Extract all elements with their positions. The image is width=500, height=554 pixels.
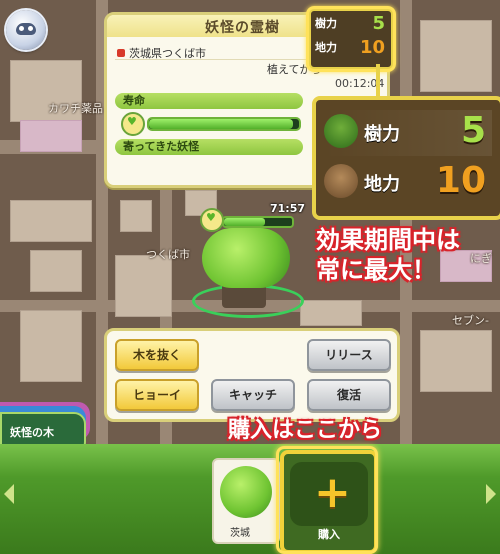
land-power-big-label: 地力	[364, 174, 400, 195]
building	[420, 20, 492, 92]
stats-big: 樹力 5 地力 10	[312, 96, 500, 220]
map-label-kawachi: カワチ薬品	[48, 102, 103, 115]
land-power-big-value: 10	[435, 160, 486, 201]
map-label-tsukuba: つくば市	[146, 248, 190, 261]
building	[300, 300, 362, 326]
panel-title: 妖怪の霊樹	[205, 20, 280, 36]
release-button[interactable]: リリース	[307, 339, 391, 371]
tree-life-bar-fill	[224, 218, 265, 226]
tree-power-big-value: 5	[460, 110, 486, 151]
tree-timer: 71:57	[200, 202, 312, 232]
stats-highlight	[306, 6, 396, 72]
spirit-tree[interactable]	[192, 228, 304, 318]
buy-highlight	[276, 446, 378, 554]
tree-crown	[202, 228, 290, 288]
whisper-watch-icon[interactable]	[6, 10, 46, 50]
building	[420, 330, 492, 392]
bottom-bar: 茨城 + 購入	[0, 444, 500, 554]
map-label-park: にぎ	[470, 252, 492, 265]
life-bar-fill	[149, 119, 293, 129]
life-bar	[147, 117, 301, 131]
building	[20, 120, 82, 152]
pin-icon	[117, 49, 125, 57]
building	[120, 200, 152, 232]
land-power-big-row: 地力 10	[324, 160, 492, 206]
tree-power-big-row: 樹力 5	[324, 110, 492, 156]
visitors-label: 寄ってきた妖怪	[115, 139, 303, 155]
callout-effect-line2: 常に最大！	[316, 256, 436, 284]
building	[115, 255, 172, 317]
action-panel: 木を抜く リリース ヒョーイ キャッチ 復活	[104, 328, 400, 422]
pull-tree-button[interactable]: 木を抜く	[115, 339, 199, 371]
catch-button[interactable]: キャッチ	[211, 379, 295, 411]
building	[10, 200, 92, 242]
heart-icon	[121, 112, 145, 136]
thumbnail-label: 茨城	[230, 528, 250, 539]
scroll-left-icon[interactable]	[4, 484, 14, 504]
map-label-seven: セブン-	[452, 314, 489, 327]
land-icon	[324, 164, 358, 198]
tree-power-big-label: 樹力	[364, 124, 400, 145]
building	[30, 250, 82, 292]
hyoi-button[interactable]: ヒョーイ	[115, 379, 199, 411]
tree-time: 71:57	[270, 202, 306, 215]
tree-thumbnail[interactable]: 茨城	[212, 458, 280, 544]
callout-buy-here: 購入はここから	[228, 418, 383, 443]
scroll-right-icon[interactable]	[486, 484, 496, 504]
face-icon	[16, 23, 36, 35]
life-label: 寿命	[115, 93, 303, 109]
tab-label: 妖怪の木	[10, 426, 54, 439]
tree-life-bar	[222, 216, 294, 228]
tree-icon	[324, 114, 358, 148]
revive-button[interactable]: 復活	[307, 379, 391, 411]
game-screen: カワチ薬品 つくば市 セブン- にぎ 妖怪の霊樹 茨城県つくば市 植えてから 0…	[0, 0, 500, 554]
mini-tree-icon	[220, 466, 272, 518]
building	[20, 310, 82, 382]
